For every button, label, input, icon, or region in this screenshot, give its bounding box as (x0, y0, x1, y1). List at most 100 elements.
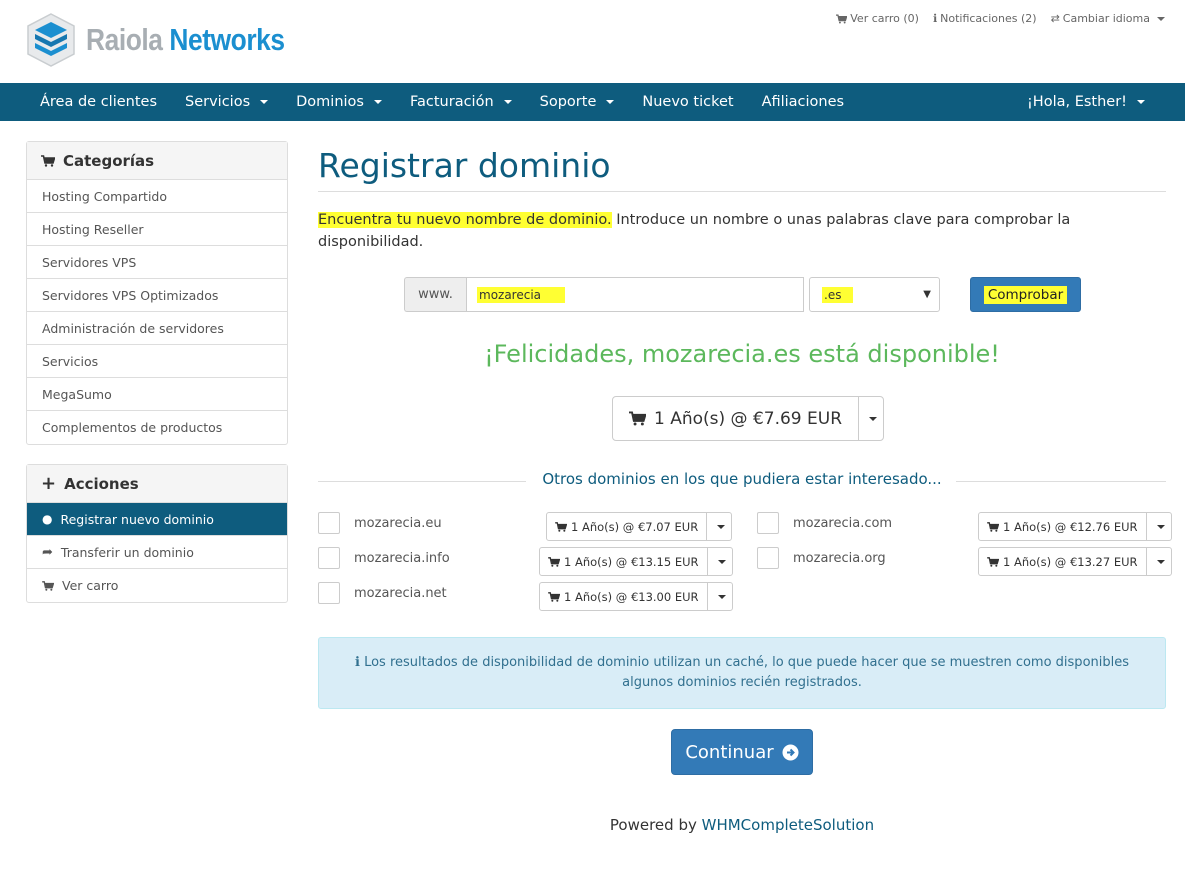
category-item[interactable]: Administración de servidores (27, 312, 287, 345)
suggestion-price-button[interactable]: 1 Año(s) @ €12.76 EUR (978, 512, 1172, 541)
action-register-domain[interactable]: ● Registrar nuevo dominio (27, 503, 287, 536)
check-button[interactable]: Comprobar (970, 277, 1081, 312)
info-icon: ℹ (932, 12, 938, 25)
other-domains-heading: Otros dominios en los que pudiera estar … (318, 470, 1166, 492)
nav-client-area[interactable]: Área de clientes (26, 94, 171, 110)
brand-logo[interactable]: Raiola Networks (26, 12, 320, 68)
suggestion-checkbox[interactable] (318, 582, 340, 604)
action-label: Registrar nuevo dominio (60, 511, 214, 527)
footer: Powered by WHMCompleteSolution (318, 816, 1166, 834)
suggestion-dropdown-toggle[interactable] (708, 548, 732, 575)
chevron-down-icon (606, 100, 615, 104)
suggestion-price-button[interactable]: 1 Año(s) @ €13.27 EUR (978, 547, 1172, 576)
domain-input[interactable]: mozarecia (466, 277, 804, 312)
nav-domains[interactable]: Dominios (282, 94, 396, 110)
category-item[interactable]: Servicios (27, 345, 287, 378)
action-view-cart[interactable]: Ver carro (27, 569, 287, 602)
chevron-down-icon (717, 524, 726, 529)
suggestion-price-button[interactable]: 1 Año(s) @ €7.07 EUR (546, 512, 733, 541)
suggestion-dropdown-toggle[interactable] (1147, 513, 1171, 540)
change-language-link[interactable]: ⇄ Cambiar idioma (1051, 12, 1165, 25)
share-arrow-icon: ➦ (42, 544, 53, 560)
suggestion-price-button[interactable]: 1 Año(s) @ €13.00 EUR (539, 582, 733, 611)
tld-select[interactable]: .es ▼ (809, 277, 940, 312)
nav-label: Servicios (185, 94, 251, 110)
nav-services[interactable]: Servicios (171, 94, 282, 110)
chevron-down-icon (1137, 100, 1145, 104)
actions-panel: + Acciones ● Registrar nuevo dominio ➦ T… (26, 464, 288, 603)
chevron-down-icon (373, 100, 382, 104)
nav-billing[interactable]: Facturación (396, 94, 526, 110)
suggestion-add-button[interactable]: 1 Año(s) @ €7.07 EUR (547, 513, 708, 540)
cart-icon (548, 592, 560, 602)
availability-message: ¡Felicidades, mozarecia.es está disponib… (484, 340, 1000, 368)
suggestion-checkbox[interactable] (757, 547, 779, 569)
suggestion-name: mozarecia.com (793, 515, 893, 531)
brand-name-part: Networks (169, 22, 285, 57)
nav-affiliates[interactable]: Afiliaciones (748, 94, 859, 110)
category-item[interactable]: Hosting Compartido (27, 180, 287, 213)
suggestion-checkbox[interactable] (318, 547, 340, 569)
check-button-label: Comprobar (983, 285, 1068, 304)
chevron-down-icon (717, 594, 726, 599)
info-circle-icon: ℹ (354, 655, 360, 670)
suggestion-row: mozarecia.org (757, 547, 886, 569)
main-nav: Área de clientes Servicios Dominios Fact… (0, 83, 1185, 121)
cart-icon (629, 411, 646, 426)
nav-label: Nuevo ticket (642, 94, 734, 110)
suggestion-add-button[interactable]: 1 Año(s) @ €13.27 EUR (979, 548, 1147, 575)
top-links: Ver carro (0) ℹ Notificaciones (2) ⇄ Cam… (836, 12, 1165, 25)
continue-label: Continuar (685, 741, 774, 763)
main-domain-price-button[interactable]: 1 Año(s) @ €7.69 EUR (612, 396, 885, 441)
page-title: Registrar dominio (318, 140, 1166, 192)
suggestion-checkbox[interactable] (318, 512, 340, 534)
suggestion-add-button[interactable]: 1 Año(s) @ €12.76 EUR (979, 513, 1147, 540)
intro-text: Encuentra tu nuevo nombre de dominio. In… (318, 209, 1166, 253)
cube-logo-icon (27, 13, 75, 67)
nav-support[interactable]: Soporte (526, 94, 629, 110)
suggestion-add-button[interactable]: 1 Año(s) @ €13.15 EUR (540, 548, 708, 575)
suggestion-add-button[interactable]: 1 Año(s) @ €13.00 EUR (540, 583, 708, 610)
suggestion-checkbox[interactable] (757, 512, 779, 534)
cart-icon (555, 522, 567, 532)
brand-name-part: Raiola (86, 22, 163, 57)
nav-new-ticket[interactable]: Nuevo ticket (628, 94, 747, 110)
actions-header: + Acciones (27, 465, 287, 503)
footer-text: Powered by (609, 816, 702, 834)
price-dropdown-toggle[interactable] (859, 397, 883, 440)
category-item[interactable]: Servidores VPS Optimizados (27, 279, 287, 312)
action-transfer-domain[interactable]: ➦ Transferir un dominio (27, 536, 287, 569)
cart-icon (548, 557, 560, 567)
cart-icon (836, 14, 847, 24)
chevron-down-icon (503, 100, 512, 104)
category-item[interactable]: MegaSumo (27, 378, 287, 411)
chevron-down-icon (1156, 559, 1165, 564)
view-cart-link[interactable]: Ver carro (0) (836, 12, 919, 25)
notifications-link[interactable]: ℹ Notificaciones (2) (933, 12, 1037, 25)
category-item[interactable]: Servidores VPS (27, 246, 287, 279)
suggestion-dropdown-toggle[interactable] (707, 513, 731, 540)
footer-link[interactable]: WHMCompleteSolution (702, 816, 874, 834)
continue-button[interactable]: Continuar (671, 729, 813, 775)
cart-icon (41, 155, 55, 167)
user-menu[interactable]: ¡Hola, Esther! (1013, 83, 1159, 121)
user-greeting: ¡Hola, Esther! (1026, 94, 1127, 110)
suggestion-dropdown-toggle[interactable] (708, 583, 732, 610)
suggestion-price: 1 Año(s) @ €13.27 EUR (1003, 554, 1138, 569)
category-item[interactable]: Hosting Reseller (27, 213, 287, 246)
globe-icon: ● (42, 512, 53, 526)
suggestion-name: mozarecia.info (354, 550, 450, 566)
nav-label: Soporte (539, 94, 597, 110)
nav-label: Facturación (409, 94, 494, 110)
suggestion-price: 1 Año(s) @ €13.00 EUR (564, 589, 699, 604)
category-item[interactable]: Complementos de productos (27, 411, 287, 444)
suggestion-dropdown-toggle[interactable] (1147, 548, 1171, 575)
chevron-down-icon: ▼ (923, 289, 931, 300)
action-label: Ver carro (62, 578, 119, 593)
cache-info-text: Los resultados de disponibilidad de domi… (364, 655, 1130, 690)
suggestion-price-button[interactable]: 1 Año(s) @ €13.15 EUR (539, 547, 733, 576)
add-to-cart-button[interactable]: 1 Año(s) @ €7.69 EUR (613, 397, 860, 440)
chevron-down-icon (260, 100, 269, 104)
suggestion-name: mozarecia.net (354, 585, 447, 601)
site-header: Raiola Networks Ver carro (0) ℹ Notifica… (0, 0, 1185, 83)
